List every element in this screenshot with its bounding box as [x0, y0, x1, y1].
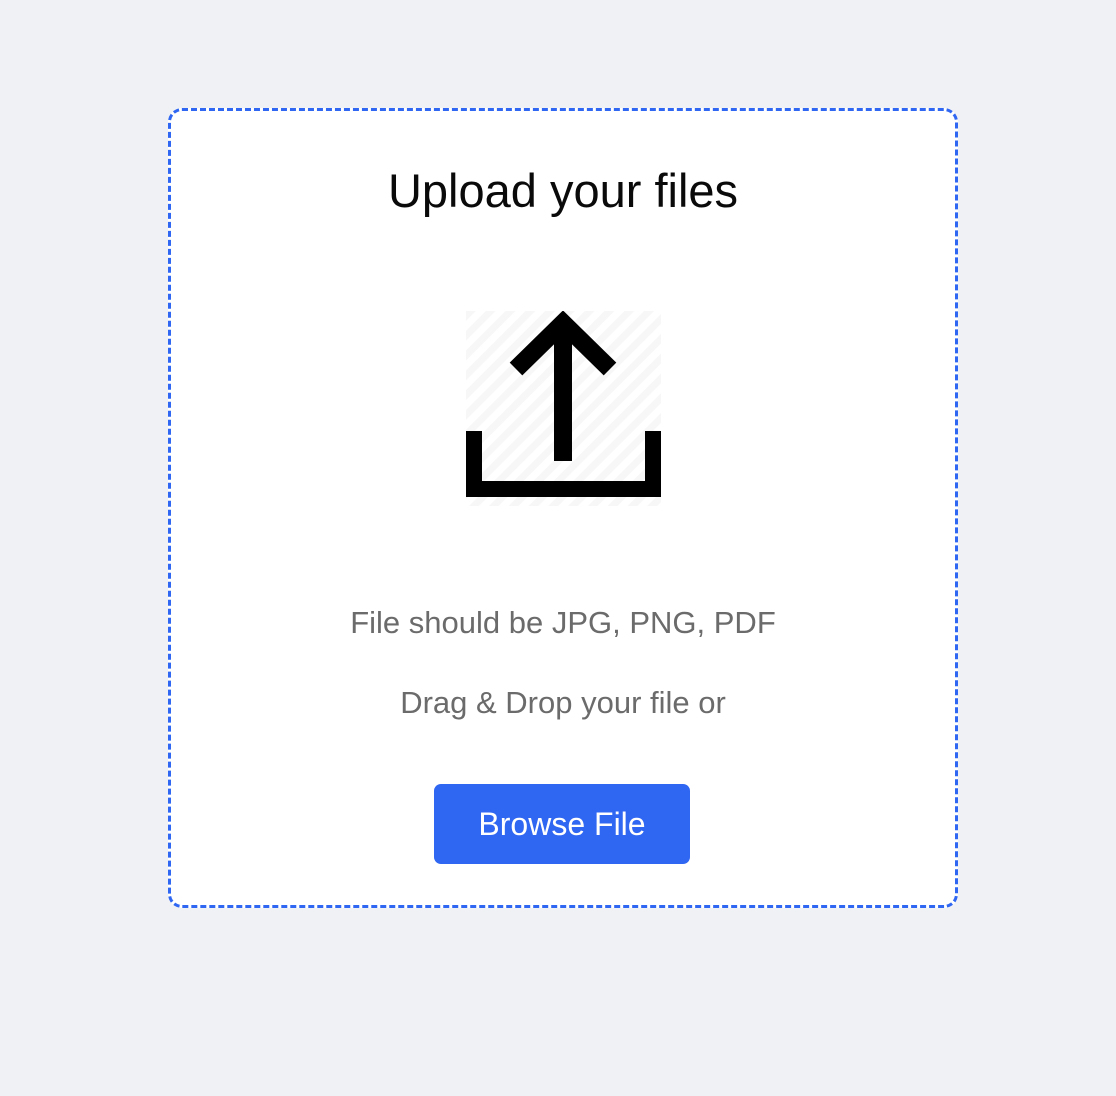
file-format-hint: File should be JPG, PNG, PDF — [350, 605, 776, 640]
upload-dropzone[interactable]: Upload your files File should be JPG, PN… — [168, 108, 958, 908]
drag-drop-hint: Drag & Drop your file or — [400, 685, 726, 720]
browse-file-button[interactable]: Browse File — [434, 784, 690, 864]
upload-title: Upload your files — [387, 164, 739, 217]
upload-icon — [466, 311, 661, 506]
